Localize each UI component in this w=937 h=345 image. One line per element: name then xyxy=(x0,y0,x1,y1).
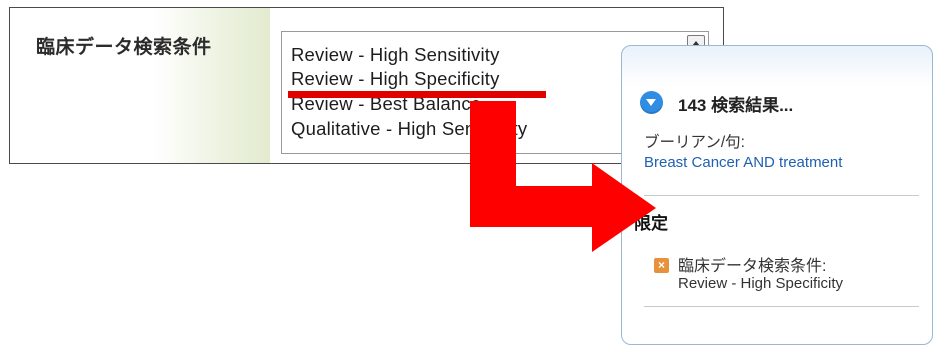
arrow-shape xyxy=(470,101,656,252)
red-arrow-annotation xyxy=(470,101,656,252)
